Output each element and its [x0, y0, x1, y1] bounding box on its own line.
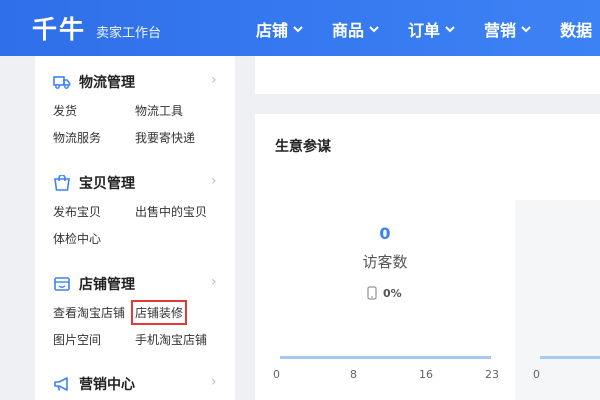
- bag-icon: [54, 175, 70, 191]
- sidebar-link-send-express[interactable]: 我要寄快递: [135, 129, 195, 146]
- nav-orders[interactable]: 订单: [408, 17, 456, 41]
- sidebar-link-view-taobao-shop[interactable]: 查看淘宝店铺: [53, 304, 125, 321]
- axis-tick: 16: [419, 368, 433, 381]
- axis-tick: 0: [533, 368, 540, 381]
- chevron-right-icon[interactable]: ›: [211, 72, 217, 88]
- nav-shop-label: 店铺: [256, 21, 289, 40]
- axis-tick: 0: [273, 368, 280, 381]
- sidebar-link-shop-decoration[interactable]: 店铺装修: [130, 300, 188, 325]
- content-panel-top: [255, 56, 600, 94]
- sidebar-link-ship[interactable]: 发货: [53, 102, 77, 119]
- megaphone-icon: [54, 377, 68, 391]
- secondary-stat-block: 0: [515, 200, 600, 400]
- visitor-label: 访客数: [362, 253, 408, 271]
- sidebar-section-marketing[interactable]: 营销中心: [53, 374, 135, 394]
- mobile-percent: 0%: [383, 286, 402, 300]
- sidebar-section-title: 营销中心: [79, 377, 135, 393]
- truck-icon: [53, 76, 71, 89]
- nav-orders-label: 订单: [408, 21, 441, 40]
- sidebar: 物流管理 › 发货 物流工具 物流服务 我要寄快递 宝贝管理 › 发布宝贝 出售…: [35, 56, 235, 400]
- panel-title: 生意参谋: [275, 139, 331, 155]
- top-nav: 店铺 商品 订单 营销 数据: [256, 17, 600, 41]
- mobile-phone-icon: [367, 286, 377, 300]
- chevron-right-icon[interactable]: ›: [211, 173, 217, 189]
- sidebar-link-logistics-service[interactable]: 物流服务: [53, 129, 101, 146]
- chevron-down-icon: [293, 26, 303, 33]
- axis-tick: 8: [350, 368, 357, 381]
- nav-data[interactable]: 数据: [560, 17, 592, 41]
- sidebar-link-logistics-tools[interactable]: 物流工具: [135, 102, 183, 119]
- nav-data-label: 数据: [560, 21, 593, 40]
- sidebar-link-health-center[interactable]: 体检中心: [53, 230, 101, 247]
- chevron-right-icon[interactable]: ›: [211, 374, 217, 390]
- sidebar-section-shop[interactable]: 店铺管理: [53, 274, 135, 294]
- sidebar-link-mobile-taobao-shop[interactable]: 手机淘宝店铺: [135, 331, 207, 348]
- sidebar-section-title: 店铺管理: [79, 277, 135, 293]
- sidebar-link-publish-item[interactable]: 发布宝贝: [53, 203, 101, 220]
- sidebar-section-title: 物流管理: [79, 75, 135, 91]
- mobile-visitor-ratio: 0%: [367, 286, 402, 300]
- business-advisor-panel: 生意参谋 0 访客数 0% 0 8 16 23 0: [255, 114, 600, 400]
- nav-shop[interactable]: 店铺: [256, 17, 304, 41]
- sidebar-section-logistics[interactable]: 物流管理: [53, 72, 135, 92]
- chevron-right-icon[interactable]: ›: [211, 274, 217, 290]
- visitor-trend-line: [280, 356, 491, 359]
- chevron-down-icon: [445, 26, 455, 33]
- sidebar-section-items[interactable]: 宝贝管理: [53, 173, 135, 193]
- chevron-down-icon: [369, 26, 379, 33]
- nav-marketing[interactable]: 营销: [484, 17, 532, 41]
- chevron-down-icon: [521, 26, 531, 33]
- app-subtitle: 卖家工作台: [96, 26, 162, 41]
- nav-marketing-label: 营销: [484, 21, 517, 40]
- sidebar-section-title: 宝贝管理: [79, 176, 135, 192]
- sidebar-link-image-space[interactable]: 图片空间: [53, 331, 101, 348]
- app-logo[interactable]: 千牛: [32, 10, 86, 46]
- secondary-trend-line: [540, 356, 600, 359]
- visitor-count[interactable]: 0: [255, 224, 515, 243]
- top-bar: 千牛 卖家工作台 店铺 商品 订单 营销 数据: [0, 0, 600, 56]
- shop-icon: [54, 277, 70, 291]
- sidebar-link-items-on-sale[interactable]: 出售中的宝贝: [135, 203, 207, 220]
- nav-goods-label: 商品: [332, 21, 365, 40]
- axis-tick: 23: [485, 368, 499, 381]
- nav-goods[interactable]: 商品: [332, 17, 380, 41]
